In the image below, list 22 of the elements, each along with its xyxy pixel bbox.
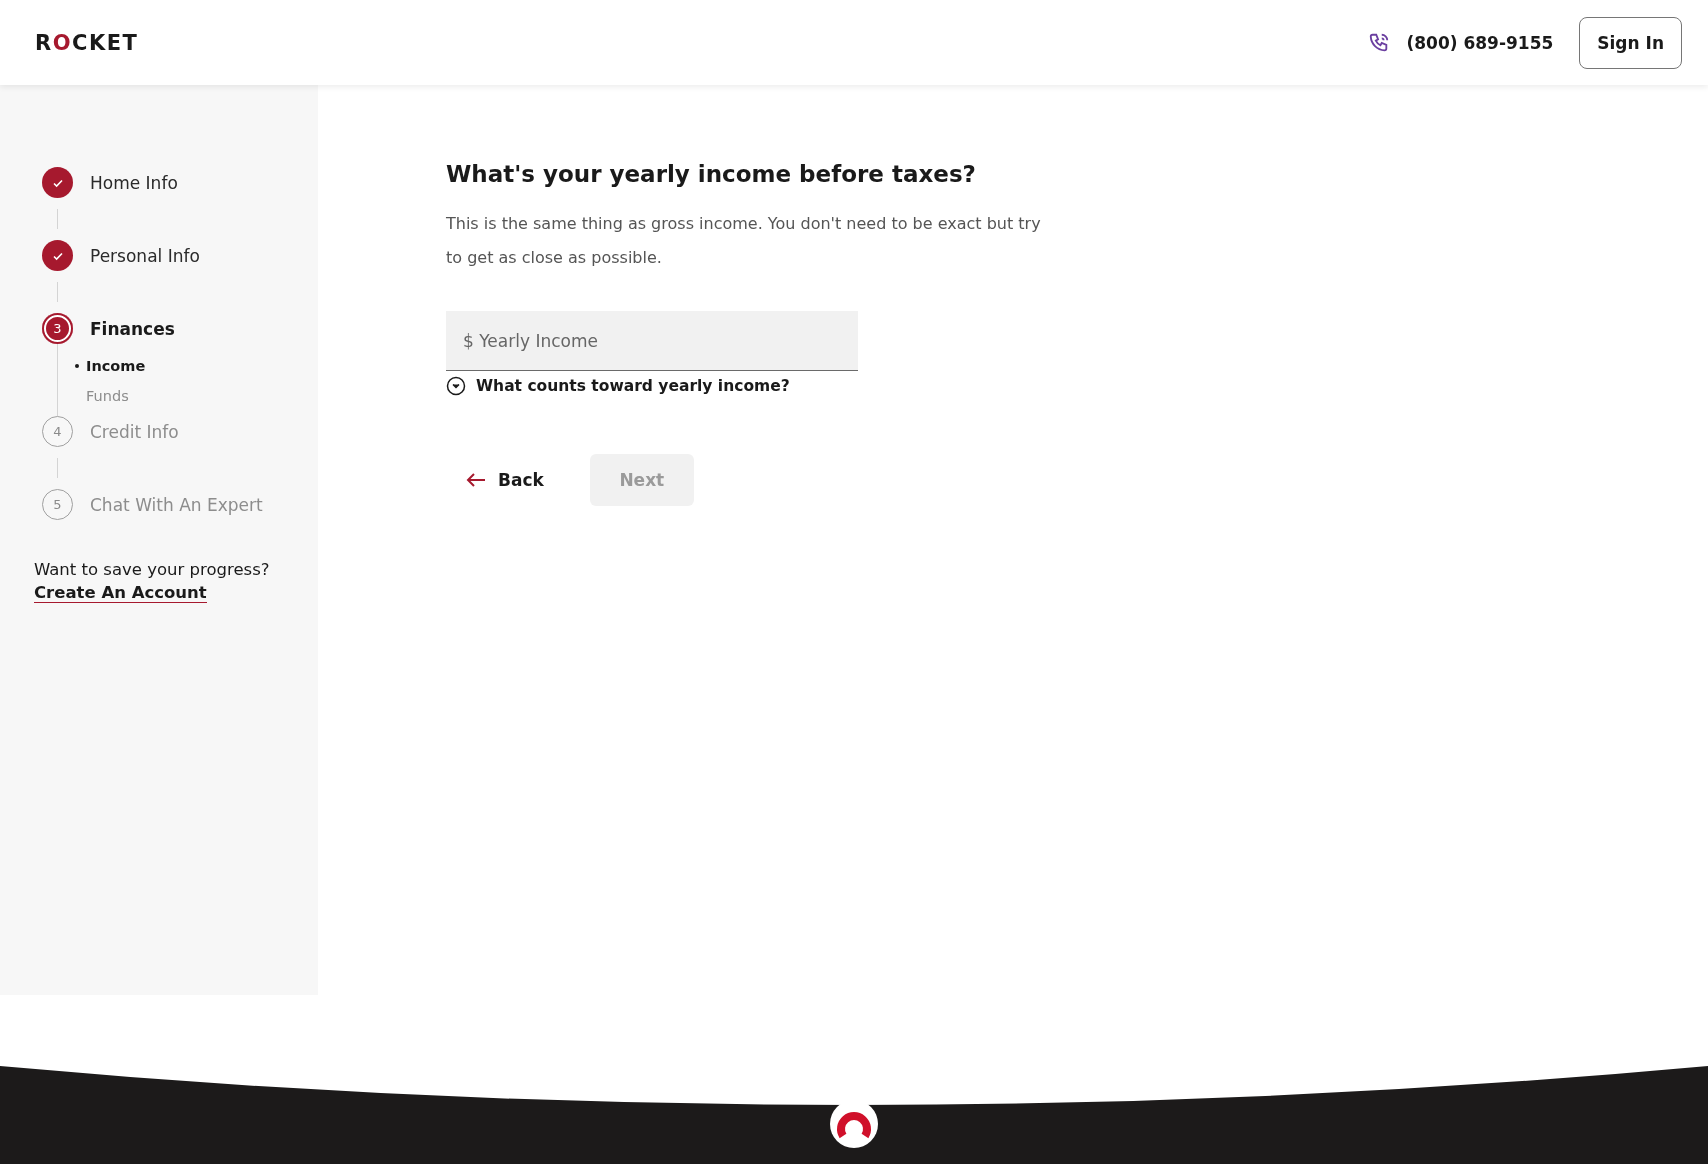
help-toggle[interactable]: What counts toward yearly income? xyxy=(446,376,790,396)
chevron-circle-icon xyxy=(446,376,466,396)
substep-link[interactable]: Income xyxy=(75,358,146,374)
step-indicator: 5 xyxy=(42,489,73,520)
arrow-left-icon xyxy=(466,472,486,488)
create-account-link[interactable]: Create An Account xyxy=(34,583,207,603)
save-progress-text: Want to save your progress? xyxy=(34,560,271,579)
step-label: Finances xyxy=(90,318,175,339)
step-label: Home Info xyxy=(90,172,178,193)
step-label: Personal Info xyxy=(90,245,200,266)
step-indicator: 4 xyxy=(42,416,73,447)
question-description: This is the same thing as gross income. You don't need to be exact but try to get as close as possible. xyxy=(446,213,1042,269)
rocket-logo[interactable]: ROCKET xyxy=(35,30,139,55)
phone-icon xyxy=(1368,31,1391,54)
phone-number[interactable]: (800) 689-9155 xyxy=(1406,32,1554,53)
sign-in-button[interactable]: Sign In xyxy=(1579,16,1682,69)
step-label: Chat With An Expert xyxy=(90,494,263,515)
income-input-field[interactable]: $ Yearly Income xyxy=(446,311,858,371)
step-indicator: 3 xyxy=(42,313,73,344)
back-button[interactable]: Back xyxy=(446,458,560,502)
step-label: Credit Info xyxy=(90,421,179,442)
question-title: What's your yearly income before taxes? xyxy=(446,161,977,187)
